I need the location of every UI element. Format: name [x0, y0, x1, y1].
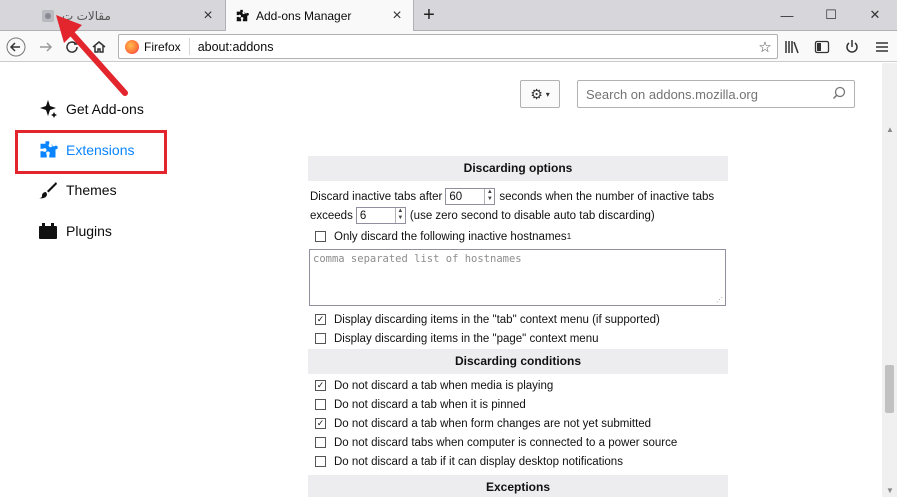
cond-media-row[interactable]: ✓ Do not discard a tab when media is pla…: [308, 376, 728, 395]
url-bar[interactable]: Firefox about:addons ☆: [118, 34, 778, 59]
discard-text: seconds when the number of inactive tabs: [499, 190, 715, 203]
display-page-menu-label: Display discarding items in the "page" c…: [334, 332, 599, 345]
sidebar-toggle-icon[interactable]: [807, 35, 837, 59]
category-label: Get Add-ons: [66, 101, 144, 117]
display-tab-menu-row[interactable]: ✓ Display discarding items in the "tab" …: [308, 310, 728, 329]
identity-box[interactable]: Firefox: [119, 38, 190, 55]
cond-media-label: Do not discard a tab when media is playi…: [334, 379, 554, 392]
search-placeholder: Search on addons.mozilla.org: [586, 86, 758, 102]
discard-text: Discard inactive tabs after: [310, 190, 443, 203]
exceeds-row: exceeds 6 ▲ ▼ (use zero second to disable…: [308, 206, 728, 225]
tab-strip: مقالات ت × Add-ons Manager × + — ☐ ✕: [0, 0, 897, 32]
library-icon[interactable]: [777, 35, 807, 59]
discard-after-row: Discard inactive tabs after 60 ▲ ▼ second…: [308, 187, 728, 206]
gear-icon: ⚙: [530, 85, 543, 102]
category-label: Plugins: [66, 223, 112, 239]
navigation-toolbar: Firefox about:addons ☆: [0, 31, 897, 62]
identity-label: Firefox: [144, 39, 181, 54]
only-discard-row[interactable]: Only discard the following inactive host…: [308, 227, 728, 246]
close-window-icon[interactable]: ✕: [853, 0, 897, 30]
spinner-arrows-icon[interactable]: ▲ ▼: [394, 208, 405, 223]
resize-grip-icon[interactable]: ⋰: [716, 296, 723, 304]
exceeds-count-input[interactable]: 6 ▲ ▼: [355, 207, 406, 224]
display-tab-menu-label: Display discarding items in the "tab" co…: [334, 313, 660, 326]
footnote-marker: 1: [566, 232, 572, 241]
display-page-menu-row[interactable]: Display discarding items in the "page" c…: [308, 329, 728, 348]
puzzle-icon: [234, 8, 250, 24]
cond-notifications-row[interactable]: Do not discard a tab if it can display d…: [308, 452, 728, 471]
category-get-addons[interactable]: Get Add-ons: [38, 97, 144, 121]
new-tab-button[interactable]: +: [418, 4, 440, 26]
search-icon[interactable]: [832, 86, 846, 103]
hostnames-textarea[interactable]: comma separated list of hostnames ⋰: [309, 249, 726, 306]
url-text[interactable]: about:addons: [190, 40, 753, 54]
cond-pinned-label: Do not discard a tab when it is pinned: [334, 398, 526, 411]
section-heading: Exceptions: [308, 475, 728, 497]
forward-button[interactable]: [34, 35, 58, 59]
display-tab-menu-checkbox[interactable]: ✓: [315, 314, 326, 325]
addons-content: Get Add-ons Extensions Themes Plugins ⚙ ▾…: [0, 63, 897, 497]
back-arrow-icon: [6, 37, 26, 57]
scroll-down-icon[interactable]: ▼: [886, 486, 894, 495]
cond-media-checkbox[interactable]: ✓: [315, 380, 326, 391]
minimize-icon[interactable]: —: [765, 0, 809, 30]
reload-icon: [66, 41, 78, 53]
section-heading: Discarding conditions: [308, 349, 728, 374]
display-page-menu-checkbox[interactable]: [315, 333, 326, 344]
close-icon[interactable]: ×: [200, 7, 216, 24]
tools-menu-button[interactable]: ⚙ ▾: [520, 80, 560, 108]
only-discard-checkbox[interactable]: [315, 231, 326, 242]
home-button[interactable]: [87, 35, 111, 59]
tab-addons-manager[interactable]: Add-ons Manager ×: [225, 0, 414, 32]
maximize-icon[interactable]: ☐: [809, 0, 853, 30]
home-icon: [92, 41, 106, 53]
forward-arrow-icon: [40, 42, 53, 52]
scroll-up-icon[interactable]: ▲: [886, 125, 894, 134]
addons-search-input[interactable]: Search on addons.mozilla.org: [577, 80, 855, 108]
page-favicon-icon: [40, 8, 56, 24]
tab-articles[interactable]: مقالات ت ×: [0, 0, 224, 31]
category-themes[interactable]: Themes: [38, 178, 117, 202]
cond-pinned-row[interactable]: Do not discard a tab when it is pinned: [308, 395, 728, 414]
close-icon[interactable]: ×: [389, 7, 405, 24]
toolbar-right: [777, 35, 897, 59]
spinner-arrows-icon[interactable]: ▲ ▼: [484, 189, 494, 204]
plugin-block-icon: [38, 221, 58, 241]
scrollbar-thumb[interactable]: [885, 365, 894, 413]
power-icon[interactable]: [837, 35, 867, 59]
only-discard-label: Only discard the following inactive host…: [334, 230, 567, 243]
reload-button[interactable]: [60, 35, 84, 59]
highlight-annotation-box: [15, 130, 167, 174]
menu-hamburger-icon[interactable]: [867, 35, 897, 59]
cond-notifications-label: Do not discard a tab if it can display d…: [334, 455, 623, 468]
exceeds-label: exceeds: [310, 209, 353, 222]
bookmark-star-icon[interactable]: ☆: [753, 38, 777, 56]
cond-forms-label: Do not discard a tab when form changes a…: [334, 417, 652, 430]
section-heading: Discarding options: [308, 156, 728, 181]
exceeds-note: (use zero second to disable auto tab dis…: [409, 209, 655, 222]
category-plugins[interactable]: Plugins: [38, 219, 112, 243]
page-scrollbar[interactable]: ▲ ▼: [882, 63, 897, 497]
dropdown-caret-icon: ▾: [545, 89, 550, 99]
tab-title: Add-ons Manager: [256, 9, 352, 23]
cond-pinned-checkbox[interactable]: [315, 399, 326, 410]
brush-icon: [38, 180, 58, 200]
tab-title: مقالات ت: [62, 8, 111, 23]
back-button[interactable]: [4, 35, 28, 59]
discard-seconds-input[interactable]: 60 ▲ ▼: [445, 188, 496, 205]
sparkle-puzzle-icon: [38, 99, 58, 119]
category-label: Themes: [66, 182, 117, 198]
window-controls: — ☐ ✕: [765, 0, 897, 30]
firefox-logo-icon: [125, 39, 139, 54]
extension-options-panel: Discarding options Discard inactive tabs…: [308, 156, 820, 497]
cond-forms-checkbox[interactable]: ✓: [315, 418, 326, 429]
cond-power-row[interactable]: Do not discard tabs when computer is con…: [308, 433, 728, 452]
cond-forms-row[interactable]: ✓ Do not discard a tab when form changes…: [308, 414, 728, 433]
hostnames-placeholder: comma separated list of hostnames: [313, 253, 522, 265]
cond-notifications-checkbox[interactable]: [315, 456, 326, 467]
cond-power-label: Do not discard tabs when computer is con…: [334, 436, 678, 449]
cond-power-checkbox[interactable]: [315, 437, 326, 448]
